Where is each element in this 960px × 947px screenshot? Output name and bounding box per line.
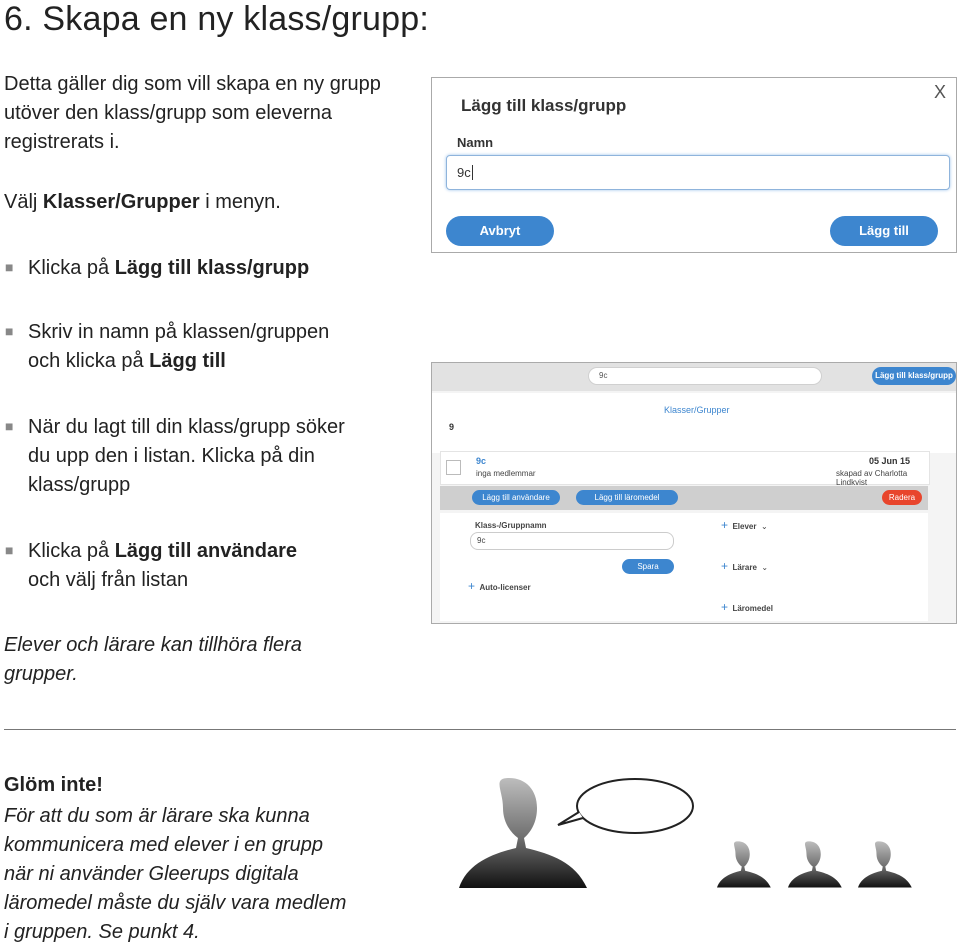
speech-bubble-icon [557, 778, 694, 834]
person-silhouette-icon [459, 778, 587, 888]
add-group-dialog: Lägg till klass/grupp X Namn 9c Avbryt L… [431, 77, 957, 253]
add-materials-button[interactable]: Lägg till läromedel [576, 490, 678, 505]
intro-line: utöver den klass/grupp som eleverna [4, 102, 332, 124]
group-count: 9 [449, 422, 455, 432]
add-users-button[interactable]: Lägg till användare [472, 490, 560, 505]
group-row[interactable]: 9c inga medlemmar 05 Jun 15 skapad av Ch… [440, 451, 930, 487]
group-members: inga medlemmar [476, 469, 536, 478]
plus-icon: + [721, 559, 729, 573]
auto-licenses-toggle[interactable]: + Auto-licenser [468, 577, 531, 595]
dialog-title: Lägg till klass/grupp [461, 96, 627, 115]
delete-button[interactable]: Radera [882, 490, 922, 505]
name-input[interactable]: 9c [446, 155, 950, 190]
plus-icon: + [721, 518, 729, 532]
reminder-text: För att du som är lärare ska kunna kommu… [4, 805, 347, 943]
person-silhouette-icon [717, 841, 771, 888]
intro-line: registrerats i. [4, 131, 120, 153]
bullet-marker: ■ [5, 259, 14, 275]
person-silhouette-icon [788, 841, 842, 888]
name-field-label: Klass-/Gruppnamn [475, 521, 547, 530]
group-actions-bar: Lägg till användare Lägg till läromedel … [440, 486, 928, 510]
bullet-marker: ■ [5, 418, 14, 434]
panel-header [432, 393, 956, 453]
group-date: 05 Jun 15 [869, 456, 911, 466]
close-icon[interactable]: X [934, 82, 946, 103]
group-checkbox[interactable] [446, 460, 461, 475]
section-title: Klasser/Grupper [664, 405, 730, 415]
reminder-title: Glöm inte! [4, 774, 103, 796]
page-title: 6. Skapa en ny klass/grupp: [4, 0, 429, 38]
teacher-students-illustration [459, 778, 912, 888]
chevron-down-icon: ⌄ [760, 522, 768, 531]
note-text: Elever och lärare kan tillhöra flera gru… [4, 634, 302, 685]
group-name[interactable]: 9c [476, 456, 486, 466]
cancel-button[interactable]: Avbryt [446, 216, 554, 246]
students-toggle[interactable]: + Elever ⌄ [721, 516, 768, 534]
search-input[interactable]: 9c [588, 367, 822, 385]
groups-panel: 9c Lägg till klass/grupp Klasser/Grupper… [431, 362, 957, 624]
menu-name: Klasser/Grupper [42, 191, 200, 213]
name-label: Namn [457, 135, 494, 150]
group-creator: skapad av Charlotta Lindkvist [836, 469, 908, 487]
plus-icon: + [468, 579, 476, 593]
teachers-toggle[interactable]: + Lärare ⌄ [721, 557, 768, 575]
save-button[interactable]: Spara [622, 559, 674, 574]
add-button[interactable]: Lägg till [830, 216, 938, 246]
bullet-marker: ■ [5, 542, 14, 558]
add-group-button[interactable]: Lägg till klass/grupp [872, 367, 956, 385]
menu-instruction: Välj Klasser/Grupper i menyn. [4, 191, 281, 213]
group-name-input[interactable]: 9c [470, 532, 674, 550]
chevron-down-icon: ⌄ [761, 563, 769, 572]
intro-text: Detta gäller dig som vill skapa en ny gr… [4, 70, 424, 157]
bullet-marker: ■ [5, 323, 14, 339]
materials-toggle[interactable]: + Läromedel [721, 598, 773, 616]
plus-icon: + [721, 600, 729, 614]
person-silhouette-icon [858, 841, 912, 888]
divider [4, 729, 956, 730]
group-details: Klass-/Gruppnamn 9c Spara + Auto-license… [440, 513, 928, 621]
intro-line: Detta gäller dig som vill skapa en ny gr… [4, 73, 381, 95]
